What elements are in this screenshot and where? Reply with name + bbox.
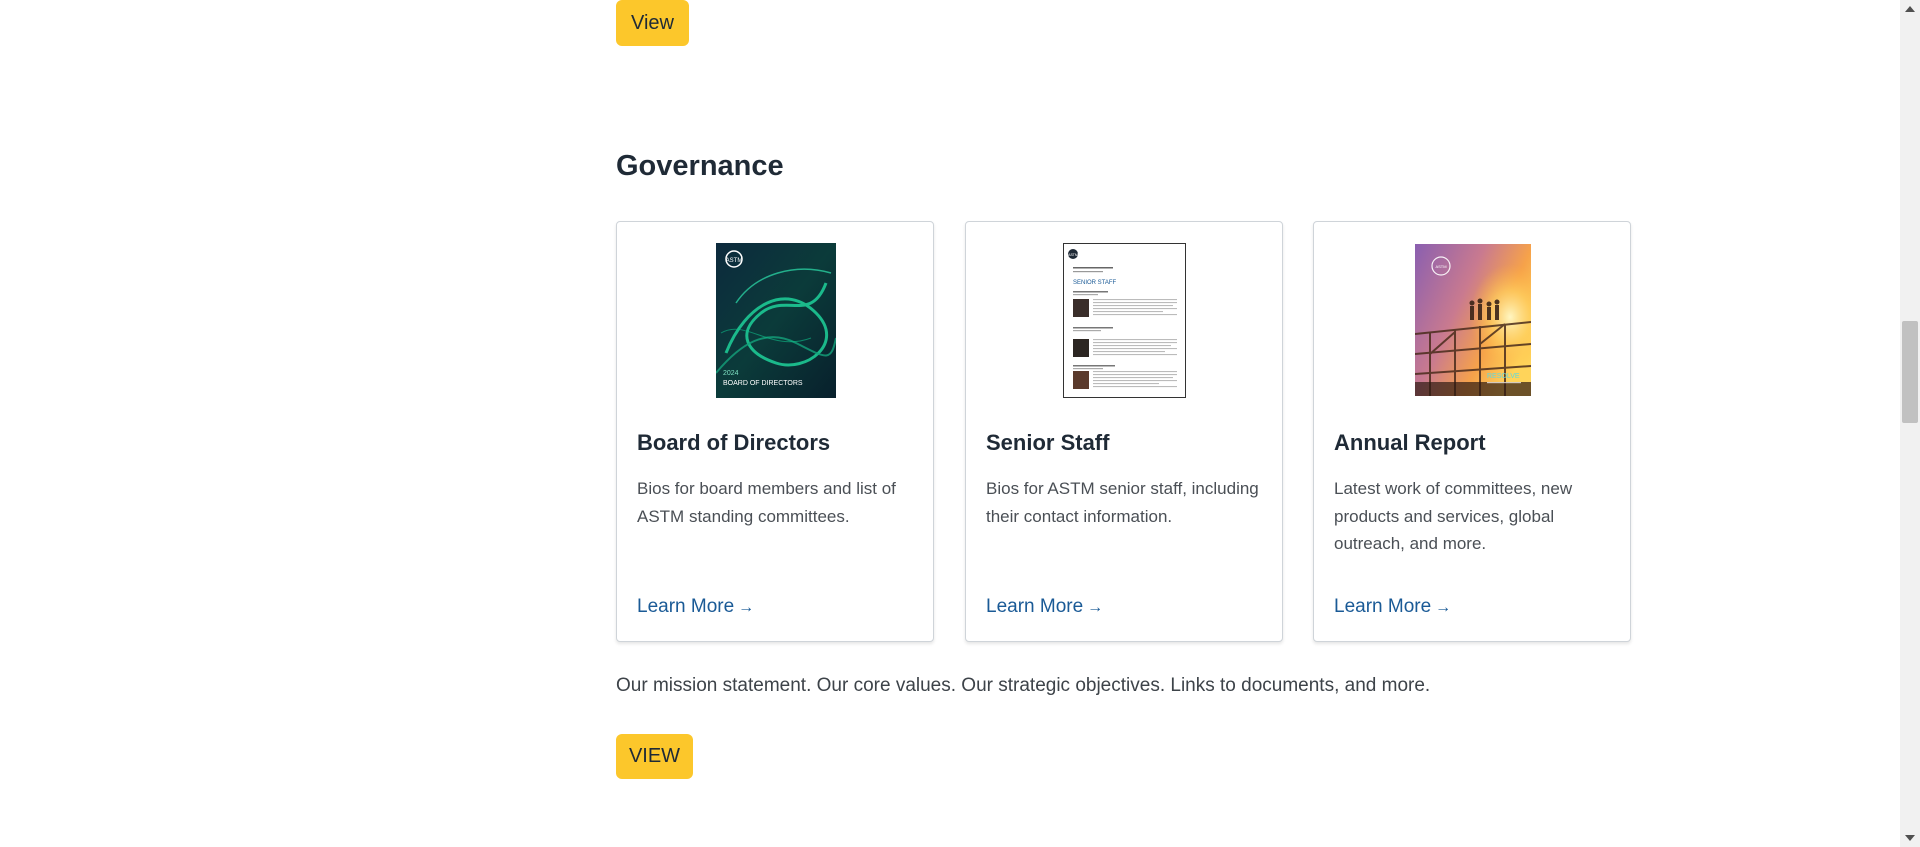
card-description: Bios for board members and list of ASTM … xyxy=(637,479,896,526)
arrow-right-icon: → xyxy=(1087,599,1104,616)
card-board-of-directors[interactable]: ASTM 2024 BOARD OF DIRECTORS Board of Di… xyxy=(616,221,934,642)
scroll-up-arrow-icon[interactable] xyxy=(1905,6,1915,12)
card-description: Latest work of committees, new products … xyxy=(1334,479,1573,553)
annual-report-cover-image: ASTM RESOLVE xyxy=(1415,244,1531,396)
learn-more-label: Learn More xyxy=(986,596,1084,617)
cover-heading-text: SENIOR STAFF xyxy=(1073,280,1117,286)
arrow-right-icon: → xyxy=(1435,599,1452,616)
learn-more-link-annual-report[interactable]: Learn More → xyxy=(1334,596,1451,618)
cover-logo-text: ASTM xyxy=(1435,264,1446,269)
mission-statement-text: Our mission statement. Our core values. … xyxy=(616,675,1431,696)
view-button-top[interactable]: View xyxy=(616,0,689,46)
learn-more-link-board-of-directors[interactable]: Learn More → xyxy=(637,596,754,618)
vertical-scrollbar[interactable] xyxy=(1900,0,1920,847)
scroll-down-arrow-icon[interactable] xyxy=(1905,835,1915,841)
section-title-governance: Governance xyxy=(616,150,784,182)
card-title: Senior Staff xyxy=(986,430,1110,455)
board-of-directors-cover-image: ASTM 2024 BOARD OF DIRECTORS xyxy=(716,243,836,398)
card-senior-staff[interactable]: ASTM SENIOR STAFF Senior Staff Bios for … xyxy=(965,221,1283,642)
cover-logo-text: ASTM xyxy=(1068,253,1078,257)
card-title: Annual Report xyxy=(1334,430,1486,455)
scrollbar-thumb[interactable] xyxy=(1902,321,1918,423)
arrow-right-icon: → xyxy=(738,599,755,616)
view-button[interactable]: VIEW xyxy=(616,734,693,779)
cover-caption-text: BOARD OF DIRECTORS xyxy=(723,380,803,387)
cover-logo-text: ASTM xyxy=(726,258,743,264)
card-description: Bios for ASTM senior staff, including th… xyxy=(986,479,1259,526)
senior-staff-cover-image: ASTM SENIOR STAFF xyxy=(1063,243,1186,398)
learn-more-label: Learn More xyxy=(637,596,735,617)
learn-more-label: Learn More xyxy=(1334,596,1432,617)
learn-more-link-senior-staff[interactable]: Learn More → xyxy=(986,596,1103,618)
card-title: Board of Directors xyxy=(637,430,831,455)
cover-year-text: 2024 xyxy=(723,370,739,377)
card-annual-report[interactable]: ASTM RESOLVE Annual Report Latest work o… xyxy=(1313,221,1631,642)
cover-caption-text: RESOLVE xyxy=(1487,373,1520,380)
